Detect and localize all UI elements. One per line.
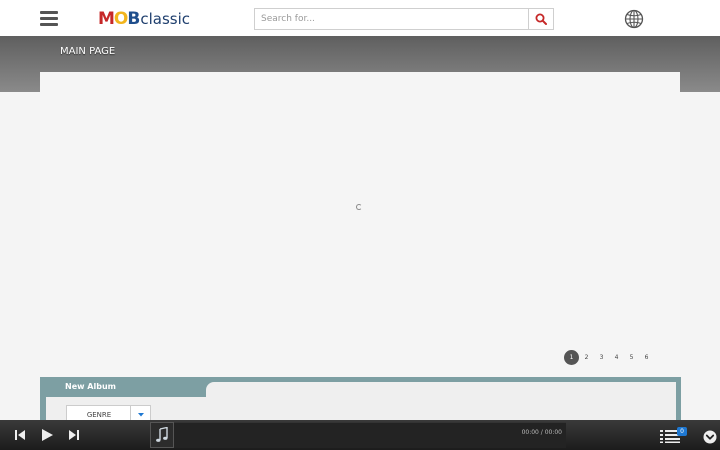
page-6-button[interactable]: 6 — [639, 350, 654, 365]
play-icon[interactable] — [40, 428, 54, 442]
track-thumbnail — [150, 422, 174, 448]
page-1-button[interactable]: 1 — [564, 349, 579, 365]
site-logo[interactable]: MOBclassic — [98, 9, 190, 29]
track-time: 00:00 / 00:00 — [521, 429, 562, 436]
search-button[interactable] — [528, 9, 553, 29]
page-title-link[interactable]: MAIN PAGE — [60, 46, 115, 57]
main-content — [40, 72, 680, 378]
search-box — [254, 8, 554, 30]
page-5-button[interactable]: 5 — [624, 350, 639, 365]
skip-previous-icon[interactable] — [13, 428, 27, 442]
pagination: 123456 — [564, 349, 654, 365]
playlist-count-badge: 0 — [677, 427, 687, 436]
page-4-button[interactable]: 4 — [609, 350, 624, 365]
caret-down-icon — [137, 413, 144, 417]
top-header: MOBclassic — [0, 0, 720, 36]
album-panel-title: New Album — [65, 382, 116, 391]
logo-letter-b: B — [127, 9, 141, 29]
globe-icon[interactable] — [624, 9, 644, 29]
logo-letter-m: M — [98, 9, 115, 29]
chevron-down-icon[interactable] — [703, 430, 717, 444]
page-3-button[interactable]: 3 — [594, 350, 609, 365]
audio-player-bar: 00:00 / 00:00 — [0, 420, 720, 450]
page-2-button[interactable]: 2 — [579, 350, 594, 365]
logo-text: classic — [140, 10, 190, 28]
track-progress-area[interactable]: 00:00 / 00:00 — [174, 422, 566, 448]
logo-letter-o: O — [113, 9, 128, 29]
skip-next-icon[interactable] — [67, 428, 81, 442]
album-panel-tab-bg — [206, 382, 676, 398]
album-panel-tab: New Album — [40, 377, 212, 397]
hamburger-menu-icon[interactable] — [40, 11, 58, 27]
search-input[interactable] — [255, 9, 529, 29]
music-note-icon — [156, 427, 168, 442]
loading-spinner-icon — [356, 204, 362, 210]
search-icon — [535, 13, 547, 25]
